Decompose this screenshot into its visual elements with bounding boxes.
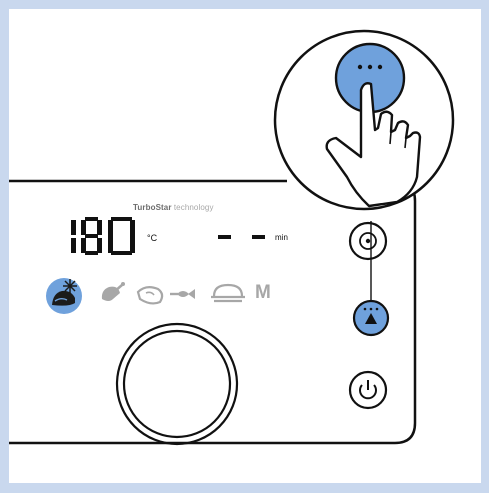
temperature-unit: °C	[147, 233, 158, 243]
fish-icon	[170, 289, 195, 299]
preset-select-button[interactable]	[348, 221, 388, 261]
brand-label: TurboStar technology	[133, 203, 214, 212]
drumstick-mode-button[interactable]	[101, 282, 125, 301]
control-dial[interactable]	[115, 322, 239, 446]
power-icon	[359, 380, 377, 400]
preset-button[interactable]	[352, 299, 390, 337]
appliance-diagram	[9, 29, 455, 446]
illustration-frame: TurboStar technology °C min M	[9, 9, 481, 483]
cake-mode-button[interactable]	[211, 283, 245, 303]
time-unit: min	[275, 233, 288, 242]
cake-icon	[211, 283, 245, 303]
dots-icon	[363, 307, 379, 311]
steak-icon	[136, 285, 164, 305]
drumstick-icon	[101, 282, 125, 301]
temperature-digits	[71, 217, 135, 255]
fish-mode-button[interactable]	[170, 289, 195, 299]
power-button[interactable]	[348, 370, 388, 410]
time-dashes	[218, 235, 265, 239]
frozen-food-mode-button[interactable]	[46, 278, 82, 314]
magnifier-callout	[273, 29, 455, 211]
manual-mode-button[interactable]: M	[255, 282, 271, 304]
steak-mode-button[interactable]	[136, 285, 164, 305]
brand-name: TurboStar	[133, 203, 172, 212]
brand-suffix: technology	[173, 203, 214, 212]
